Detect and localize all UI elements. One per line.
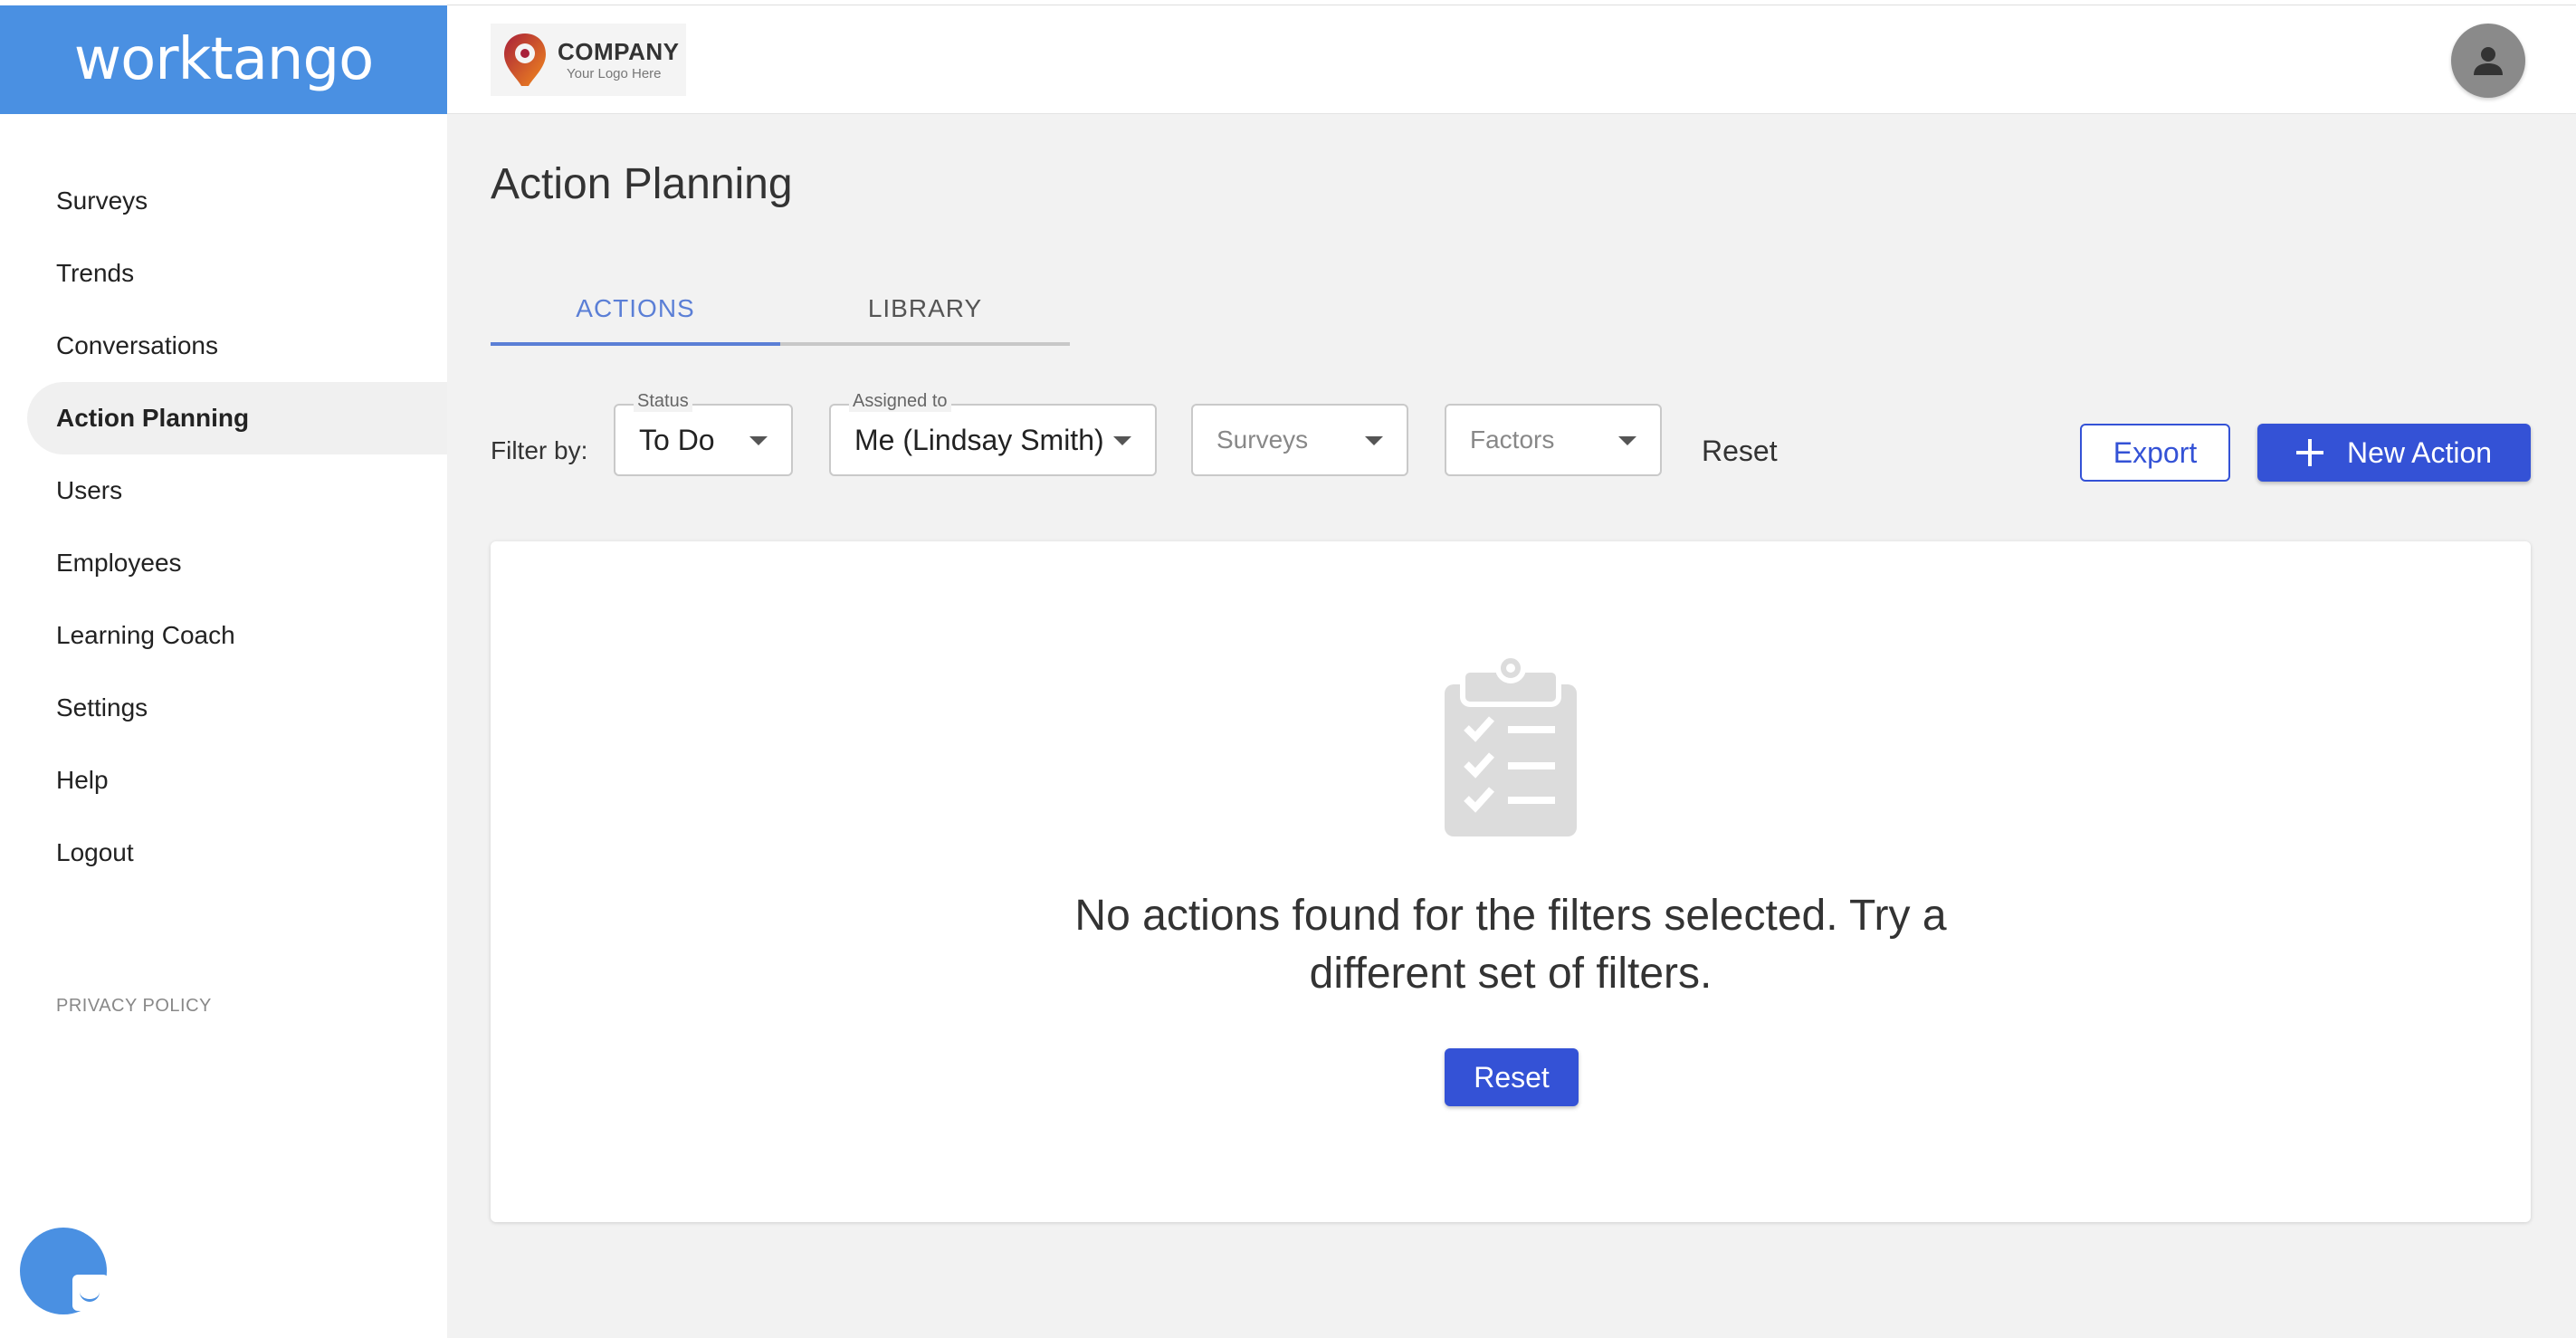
avatar[interactable]	[2451, 24, 2525, 98]
privacy-policy-link[interactable]: PRIVACY POLICY	[56, 996, 212, 1017]
empty-state-panel: No actions found for the filters selecte…	[491, 541, 2531, 1222]
sidebar-item-label: Help	[56, 766, 109, 794]
person-icon	[2474, 47, 2503, 75]
factors-placeholder: Factors	[1470, 425, 1555, 454]
sidebar-item-label: Conversations	[56, 331, 218, 359]
clipboard-checklist-icon	[1445, 654, 1577, 836]
app: worktango Surveys Trends Conversations A…	[0, 0, 2576, 1338]
plus-icon	[2295, 439, 2323, 466]
page-title: Action Planning	[491, 160, 793, 208]
assigned-to-select[interactable]: Assigned to Me (Lindsay Smith)	[829, 391, 1157, 476]
status-select[interactable]: Status To Do	[614, 391, 793, 476]
sidebar-item-logout[interactable]: Logout	[0, 817, 447, 889]
chevron-down-icon	[1113, 436, 1131, 445]
top-bar: COMPANY Your Logo Here	[447, 5, 2576, 114]
sidebar-item-label: Learning Coach	[56, 621, 235, 649]
chevron-down-icon	[1618, 436, 1636, 445]
company-tagline: Your Logo Here	[567, 66, 662, 81]
company-text: COMPANY Your Logo Here	[558, 38, 679, 81]
empty-state-line-2: different set of filters.	[1309, 950, 1713, 998]
sidebar-item-surveys[interactable]: Surveys	[0, 165, 447, 237]
sidebar-item-learning-coach[interactable]: Learning Coach	[0, 599, 447, 672]
empty-state-reset-button[interactable]: Reset	[1445, 1048, 1579, 1106]
tab-library[interactable]: LIBRARY	[780, 272, 1070, 346]
assigned-to-legend: Assigned to	[849, 391, 951, 412]
brand-header[interactable]: worktango	[0, 5, 447, 114]
assigned-to-value: Me (Lindsay Smith)	[854, 423, 1104, 456]
reset-filters-button[interactable]: Reset	[1702, 435, 1778, 468]
sidebar-item-settings[interactable]: Settings	[0, 672, 447, 744]
chevron-down-icon	[749, 436, 768, 445]
sidebar-item-label: Action Planning	[56, 404, 250, 432]
sidebar-item-users[interactable]: Users	[0, 454, 447, 527]
new-action-button[interactable]: New Action	[2257, 424, 2531, 482]
chat-bubble-icon[interactable]	[20, 1228, 109, 1314]
sidebar-item-label: Surveys	[56, 186, 148, 215]
location-pin-icon	[504, 33, 546, 86]
sidebar-item-label: Logout	[56, 838, 134, 866]
sidebar-item-label: Users	[56, 476, 123, 504]
chevron-down-icon	[1365, 436, 1383, 445]
sidebar-item-employees[interactable]: Employees	[0, 527, 447, 599]
tab-actions[interactable]: ACTIONS	[491, 272, 780, 346]
surveys-select[interactable]: Surveys	[1191, 404, 1408, 476]
tab-indicator	[491, 342, 780, 346]
chat-bubble-inner	[72, 1275, 109, 1311]
sidebar: worktango Surveys Trends Conversations A…	[0, 0, 447, 1338]
sidebar-item-label: Employees	[56, 549, 182, 577]
sidebar-item-help[interactable]: Help	[0, 744, 447, 817]
export-button[interactable]: Export	[2080, 424, 2230, 482]
sidebar-item-trends[interactable]: Trends	[0, 237, 447, 310]
surveys-placeholder: Surveys	[1216, 425, 1309, 454]
brand-logo: worktango	[73, 26, 375, 93]
tab-bar: ACTIONS LIBRARY	[491, 272, 1070, 346]
filter-label: Filter by:	[491, 436, 588, 464]
status-legend: Status	[634, 391, 692, 412]
sidebar-item-action-planning[interactable]: Action Planning	[27, 382, 447, 454]
company-name: COMPANY	[558, 38, 680, 65]
factors-select[interactable]: Factors	[1445, 404, 1662, 476]
sidebar-item-label: Trends	[56, 259, 135, 287]
company-logo: COMPANY Your Logo Here	[491, 24, 686, 96]
new-action-label: New Action	[2346, 435, 2493, 469]
status-value: To Do	[639, 423, 715, 456]
empty-state-line-1: No actions found for the filters selecte…	[1074, 892, 1947, 940]
empty-state-message: No actions found for the filters selecte…	[491, 887, 2531, 1003]
sidebar-item-label: Settings	[56, 693, 148, 722]
sidebar-item-conversations[interactable]: Conversations	[0, 310, 447, 382]
sidebar-nav: Surveys Trends Conversations Action Plan…	[0, 165, 447, 889]
